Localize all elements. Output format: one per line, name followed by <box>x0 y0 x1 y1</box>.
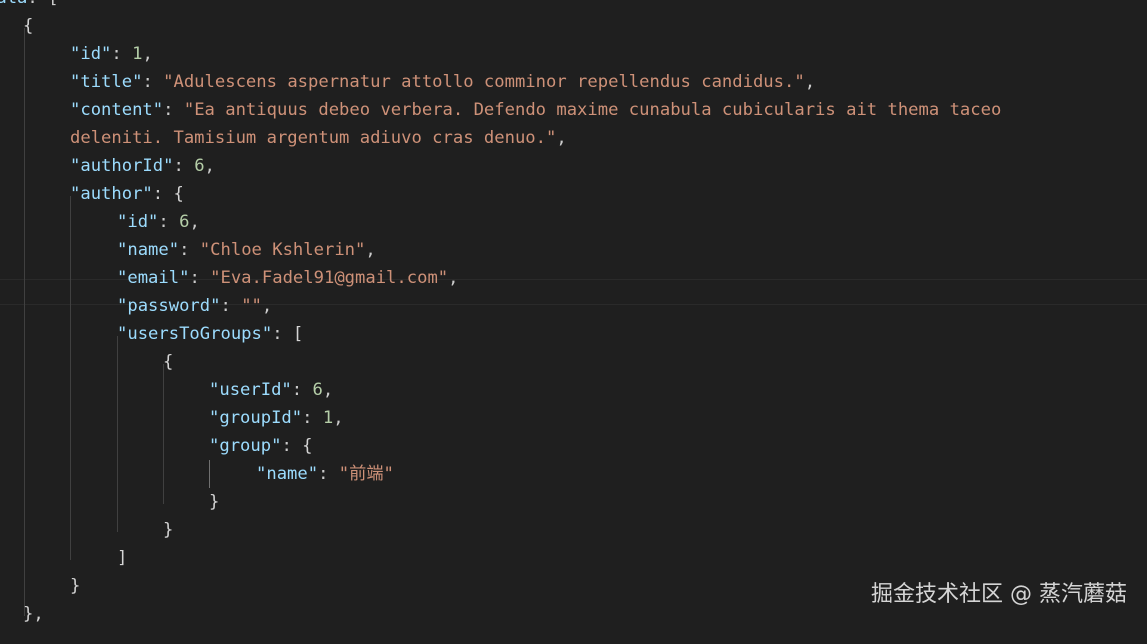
json-comma: , <box>322 380 334 400</box>
json-number: 6 <box>194 156 205 176</box>
json-colon: : <box>272 324 293 344</box>
json-comma: , <box>189 212 200 232</box>
indent-guide-2 <box>70 196 71 560</box>
code-line-17[interactable]: "name": "前端" <box>256 460 394 488</box>
json-number: 6 <box>179 212 190 232</box>
json-brace: { <box>23 16 34 36</box>
code-line-2[interactable]: "id": 1, <box>70 40 153 68</box>
indent-guide-1 <box>24 28 25 616</box>
json-comma: , <box>365 240 376 260</box>
json-string: "" <box>241 296 262 316</box>
json-key: "content" <box>70 100 164 120</box>
json-brace: } <box>163 520 174 540</box>
watermark: 掘金技术社区 @ 蒸汽蘑菇 <box>871 582 1127 607</box>
indent-guide-4 <box>163 364 164 504</box>
json-brace: } <box>209 492 220 512</box>
json-string: "前端" <box>338 464 394 484</box>
json-key: "author" <box>70 184 153 204</box>
json-colon: : <box>318 464 339 484</box>
json-number: 1 <box>132 44 143 64</box>
code-line-6[interactable]: "authorId": 6, <box>70 152 215 180</box>
json-colon: : <box>111 44 133 64</box>
code-line-21[interactable]: } <box>70 572 80 600</box>
json-key: "title" <box>70 72 143 92</box>
json-key: "id" <box>117 212 159 232</box>
json-colon: : <box>189 268 211 288</box>
code-editor[interactable]: data: [ { "id": 1, "title": "Adulescens … <box>0 0 1147 644</box>
json-colon: : <box>152 184 174 204</box>
json-key: "userId" <box>209 380 292 400</box>
json-brace: { <box>173 184 184 204</box>
json-key: "id" <box>70 44 112 64</box>
code-line-16[interactable]: "group": { <box>209 432 313 460</box>
json-comma: , <box>261 296 273 316</box>
json-comma: , <box>448 268 459 288</box>
json-bracket: [ <box>292 324 304 344</box>
json-colon: : <box>158 212 180 232</box>
json-comma: , <box>333 408 344 428</box>
json-colon: : <box>163 100 184 120</box>
code-line-19[interactable]: } <box>163 516 173 544</box>
json-key: "name" <box>117 240 180 260</box>
json-key: "name" <box>256 464 319 484</box>
indent-guide-active <box>209 460 210 488</box>
json-string: deleniti. Tamisium argentum adiuvo cras … <box>70 128 557 148</box>
code-line-22[interactable]: }, <box>23 600 44 628</box>
json-number: 6 <box>312 380 323 400</box>
indent-guide-3 <box>117 336 118 532</box>
json-key: "password" <box>117 296 221 316</box>
json-key: data <box>0 0 27 8</box>
json-string: "Chloe Kshlerin" <box>199 240 366 260</box>
code-line-0[interactable]: data: [ <box>0 0 58 12</box>
code-line-8[interactable]: "id": 6, <box>117 208 200 236</box>
json-colon: : <box>281 436 303 456</box>
json-key: "email" <box>117 268 190 288</box>
code-line-4[interactable]: "content": "Ea antiquus debeo verbera. D… <box>70 96 1001 124</box>
code-line-5[interactable]: deleniti. Tamisium argentum adiuvo cras … <box>70 124 567 152</box>
json-comma: , <box>804 72 816 92</box>
json-number: 1 <box>322 408 334 428</box>
code-line-13[interactable]: { <box>163 348 173 376</box>
json-colon: : <box>142 72 164 92</box>
code-line-1[interactable]: { <box>23 12 33 40</box>
json-brace: }, <box>23 604 44 624</box>
code-line-11[interactable]: "password": "", <box>117 292 272 320</box>
json-colon: : <box>302 408 323 428</box>
json-brace: } <box>70 576 81 596</box>
code-line-9[interactable]: "name": "Chloe Kshlerin", <box>117 236 376 264</box>
json-key: "group" <box>209 436 282 456</box>
code-line-15[interactable]: "groupId": 1, <box>209 404 344 432</box>
json-comma: , <box>204 156 215 176</box>
json-string: "Adulescens aspernatur attollo comminor … <box>163 72 805 92</box>
json-bracket: ] <box>117 548 128 568</box>
json-string: "Ea antiquus debeo verbera. Defendo maxi… <box>183 100 1002 120</box>
code-line-20[interactable]: ] <box>117 544 127 572</box>
code-line-7[interactable]: "author": { <box>70 180 184 208</box>
json-colon: : <box>179 240 200 260</box>
json-brace: { <box>302 436 313 456</box>
json-key: "groupId" <box>209 408 303 428</box>
code-line-3[interactable]: "title": "Adulescens aspernatur attollo … <box>70 68 815 96</box>
json-punctuation: : [ <box>27 0 58 8</box>
code-line-10[interactable]: "email": "Eva.Fadel91@gmail.com", <box>117 264 459 292</box>
json-key: "usersToGroups" <box>117 324 273 344</box>
json-colon: : <box>291 380 313 400</box>
json-comma: , <box>556 128 567 148</box>
code-line-14[interactable]: "userId": 6, <box>209 376 333 404</box>
json-colon: : <box>173 156 195 176</box>
json-key: "authorId" <box>70 156 174 176</box>
json-string: "Eva.Fadel91@gmail.com" <box>210 268 449 288</box>
json-brace: { <box>163 352 174 372</box>
json-comma: , <box>142 44 153 64</box>
json-colon: : <box>220 296 242 316</box>
code-line-12[interactable]: "usersToGroups": [ <box>117 320 303 348</box>
code-line-18[interactable]: } <box>209 488 219 516</box>
